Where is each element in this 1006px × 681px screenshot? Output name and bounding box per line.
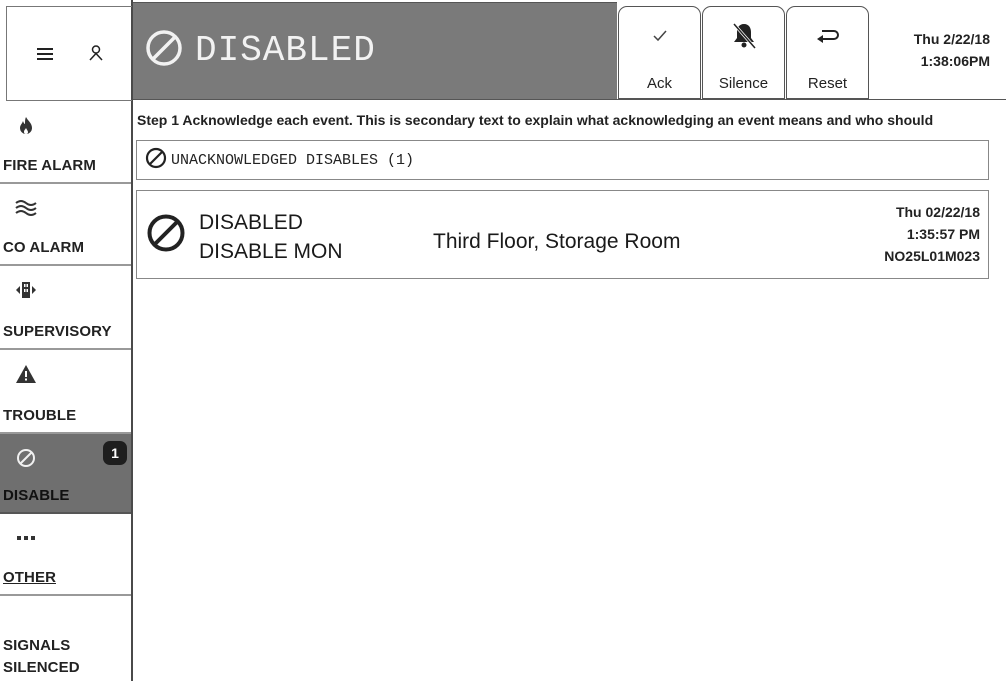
sidebar-item-label: DISABLE [3,487,70,504]
sidebar-item-disable[interactable]: 1 DISABLE [0,434,131,514]
group-header[interactable]: UNACKNOWLEDGED DISABLES (1) [136,140,989,180]
sidebar: FIRE ALARM CO ALARM SUPERVISORY TROUBLE [0,0,133,681]
sidebar-item-signals-silenced[interactable]: SIGNALS SILENCED [0,596,131,681]
event-time: 1:35:57 PM [906,226,980,242]
sidebar-item-fire-alarm[interactable]: FIRE ALARM [0,102,131,184]
sidebar-item-label: CO ALARM [3,239,85,256]
step-instruction: Step 1 Acknowledge each event. This is s… [137,112,934,128]
header-divider [133,99,1006,100]
hamburger-icon[interactable] [36,41,53,67]
silence-button[interactable]: Silence [702,6,785,99]
warning-icon [14,362,38,386]
disable-icon [146,213,186,258]
header-time: 1:38:06PM [920,53,990,69]
bell-slash-icon [731,21,757,51]
panel-screen: FIRE ALARM CO ALARM SUPERVISORY TROUBLE [0,0,1006,681]
silence-label: Silence [718,75,769,92]
disable-icon [145,147,167,174]
page-title-text: DISABLED [195,29,376,71]
user-icon[interactable] [88,41,103,67]
event-device-type: DISABLE MON [199,240,343,263]
flame-icon [14,114,38,138]
sidebar-item-label: TROUBLE [3,407,77,424]
header-datetime: Thu 2/22/18 1:38:06PM [914,28,990,72]
sidebar-item-other[interactable]: OTHER [0,514,131,596]
event-location: Third Floor, Storage Room [433,230,681,253]
sidebar-item-label: OTHER [3,569,56,586]
event-status: DISABLED [199,211,303,234]
sidebar-item-trouble[interactable]: TROUBLE [0,350,131,434]
event-type: DISABLED DISABLE MON [199,208,343,266]
reset-label: Reset [807,75,848,92]
disable-icon [145,29,183,72]
check-icon [652,21,667,51]
event-date: Thu 02/22/18 [895,204,980,220]
more-icon [14,526,38,550]
waves-icon [14,196,38,220]
event-meta: Thu 02/22/18 1:35:57 PM NO25L01M023 [884,201,980,267]
sidebar-item-label: FIRE ALARM [3,157,96,174]
page-title: DISABLED [145,28,376,72]
ack-button[interactable]: Ack [618,6,701,99]
reset-button[interactable]: Reset [786,6,869,99]
ack-label: Ack [646,75,672,92]
disable-icon [14,446,38,470]
menu-box [6,6,132,101]
count-badge: 1 [103,441,127,465]
sidebar-item-supervisory[interactable]: SUPERVISORY [0,266,131,350]
return-arrow-icon [816,21,840,51]
event-device-id: NO25L01M023 [884,248,980,264]
header-date: Thu 2/22/18 [913,31,990,47]
sidebar-item-label: SUPERVISORY [3,323,112,340]
sidebar-item-co-alarm[interactable]: CO ALARM [0,184,131,266]
event-row[interactable]: DISABLED DISABLE MON Third Floor, Storag… [136,190,989,279]
group-header-label: UNACKNOWLEDGED DISABLES (1) [171,151,415,169]
supervisory-icon [14,278,38,302]
sidebar-item-label: SIGNALS SILENCED [3,637,80,676]
